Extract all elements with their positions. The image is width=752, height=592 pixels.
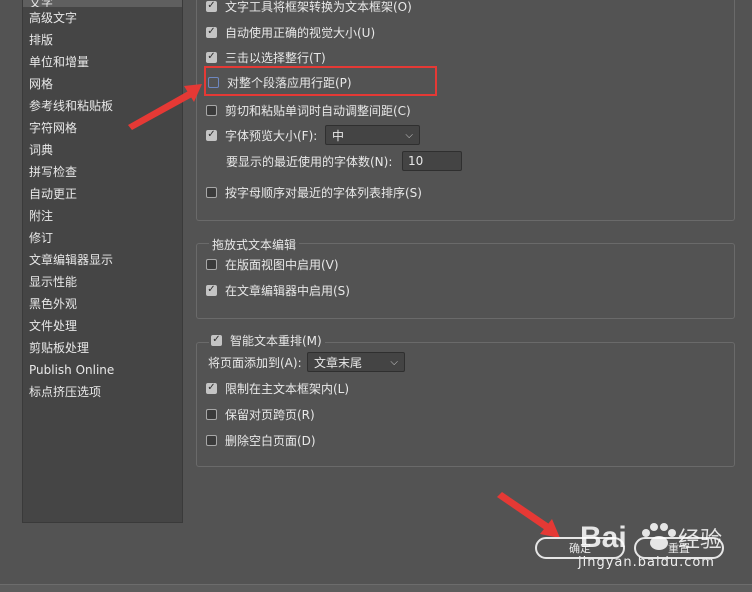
annotation-arrow-top	[128, 84, 202, 130]
watermark-url: jingyan.baidu.com	[578, 555, 715, 570]
paw-icon	[642, 523, 676, 550]
watermark-brand: Bai	[580, 521, 627, 554]
watermark-brand2: 经验	[678, 528, 722, 553]
annotation-arrows	[128, 84, 560, 538]
annotation-arrow-bottom	[497, 492, 560, 538]
